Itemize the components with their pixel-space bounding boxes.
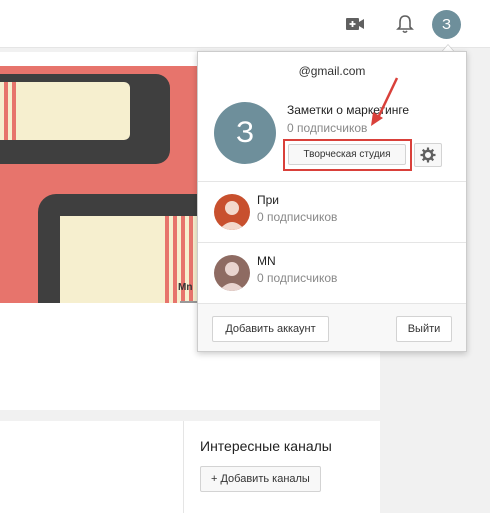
account-avatar (214, 255, 250, 291)
banner-stripes (0, 82, 20, 140)
account-row-name: MN (257, 254, 276, 268)
account-row-name: При (257, 193, 280, 207)
gear-icon (420, 147, 436, 163)
settings-button[interactable] (414, 143, 442, 167)
account-menu-popup: @gmail.com З Заметки о маркетинге 0 подп… (197, 51, 467, 352)
person-icon (219, 201, 245, 230)
logout-button[interactable]: Выйти (396, 316, 452, 342)
account-row[interactable]: MN 0 подписчиков (198, 243, 466, 303)
account-row-subscribers: 0 подписчиков (257, 271, 338, 285)
banner-partial-label: Mn (178, 282, 193, 293)
person-icon (219, 262, 245, 291)
add-channels-button[interactable]: + Добавить каналы (200, 466, 321, 492)
featured-channels-title: Интересные каналы (200, 438, 332, 454)
top-bar: З (0, 0, 490, 48)
red-arrow-annotation (371, 77, 399, 126)
creator-studio-button[interactable]: Творческая студия (288, 144, 406, 165)
account-avatar (214, 194, 250, 230)
banner-shape (0, 74, 170, 164)
add-account-button[interactable]: Добавить аккаунт (212, 316, 329, 342)
account-row[interactable]: При 0 подписчиков (198, 182, 466, 242)
video-upload-icon[interactable] (341, 10, 369, 38)
current-account-avatar[interactable]: З (214, 102, 276, 164)
account-avatar-button[interactable]: З (432, 10, 461, 39)
account-email: @gmail.com (298, 64, 366, 78)
current-account-subscribers: 0 подписчиков (287, 121, 368, 135)
bell-icon[interactable] (391, 10, 419, 38)
popup-footer: Добавить аккаунт Выйти (198, 303, 466, 351)
featured-channels-card: Интересные каналы + Добавить каналы (183, 421, 380, 513)
banner-shape-inner (0, 82, 130, 140)
account-row-subscribers: 0 подписчиков (257, 210, 338, 224)
